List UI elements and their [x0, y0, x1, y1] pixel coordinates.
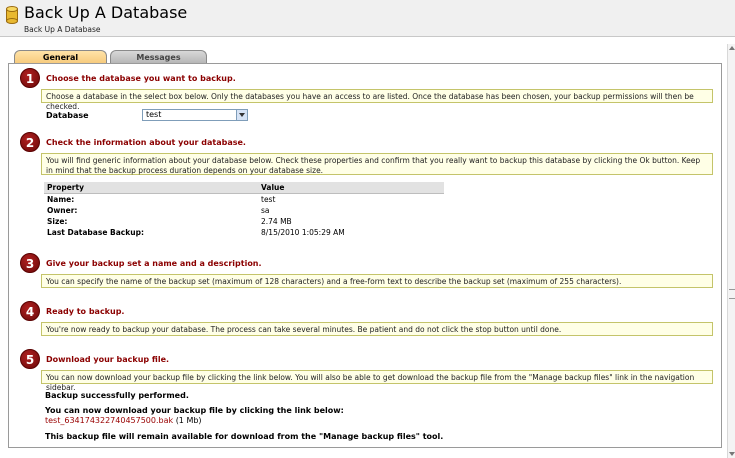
backup-file-size: (1 Mb) [175, 416, 202, 425]
table-row: Size: 2.74 MB [44, 216, 444, 227]
database-select-value: test [146, 110, 162, 119]
chevron-down-icon[interactable] [236, 110, 247, 120]
property-name: Size: [47, 216, 68, 226]
step-1-badge: 1 [20, 68, 40, 88]
property-value: test [261, 194, 276, 204]
database-select[interactable]: test [142, 109, 248, 121]
availability-note: This backup file will remain available f… [45, 432, 444, 441]
property-name: Last Database Backup: [47, 227, 144, 237]
tab-general[interactable]: General [14, 50, 107, 64]
backup-file-link[interactable]: test_634174322740457500.bak [45, 416, 173, 425]
step-5-badge: 5 [20, 349, 40, 369]
property-name: Owner: [47, 205, 78, 215]
table-row: Owner: sa [44, 205, 444, 216]
property-name: Name: [47, 194, 75, 204]
backup-success-message: Backup successfully performed. [45, 391, 189, 400]
step-3-info: You can specify the name of the backup s… [41, 274, 713, 288]
step-5-title: Download your backup file. [46, 355, 170, 364]
scroll-up-arrow-icon[interactable] [729, 46, 735, 50]
vertical-scrollbar[interactable] [727, 44, 735, 458]
download-prompt: You can now download your backup file by… [45, 406, 344, 415]
column-header-property: Property [44, 182, 258, 194]
scroll-thumb[interactable] [729, 289, 735, 299]
column-header-value: Value [258, 182, 444, 194]
page-header: Back Up A Database Back Up A Database [0, 0, 735, 37]
table-row: Last Database Backup: 8/15/2010 1:05:29 … [44, 227, 444, 238]
scroll-down-arrow-icon[interactable] [729, 452, 735, 456]
step-3-badge: 3 [20, 253, 40, 273]
database-properties-table: Property Value Name: test Owner: sa Size… [44, 182, 444, 238]
property-value: sa [261, 205, 270, 215]
step-4-badge: 4 [20, 301, 40, 321]
step-5-info: You can now download your backup file by… [41, 370, 713, 392]
step-1-info: Choose a database in the select box belo… [41, 89, 713, 111]
property-value: 8/15/2010 1:05:29 AM [261, 227, 345, 237]
step-2-title: Check the information about your databas… [46, 138, 246, 147]
tab-messages[interactable]: Messages [110, 50, 207, 64]
database-icon [6, 6, 18, 24]
database-label: Database [46, 111, 89, 120]
breadcrumb[interactable]: Back Up A Database [24, 25, 101, 34]
step-3-title: Give your backup set a name and a descri… [46, 259, 262, 268]
table-row: Name: test [44, 194, 444, 205]
step-1-title: Choose the database you want to backup. [46, 74, 236, 83]
table-header-row: Property Value [44, 182, 444, 194]
step-4-info: You're now ready to backup your database… [41, 322, 713, 336]
step-4-title: Ready to backup. [46, 307, 125, 316]
download-row: test_634174322740457500.bak (1 Mb) [45, 416, 202, 425]
step-2-info: You will find generic information about … [41, 153, 713, 175]
property-value: 2.74 MB [261, 216, 292, 226]
step-2-badge: 2 [20, 132, 40, 152]
page-title: Back Up A Database [24, 3, 188, 22]
